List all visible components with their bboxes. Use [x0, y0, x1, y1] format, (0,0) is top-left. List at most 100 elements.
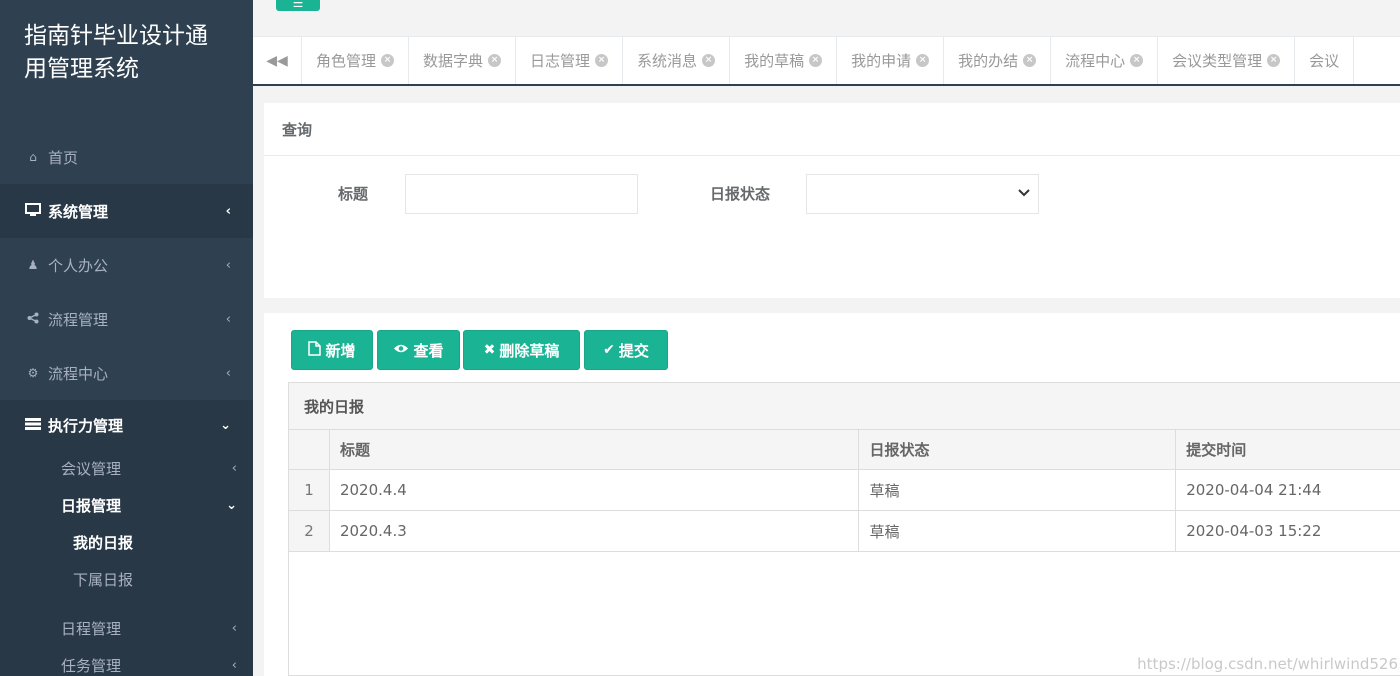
chevron-down-icon: ⌄: [226, 498, 237, 513]
tab-messages[interactable]: 系统消息 ×: [623, 37, 731, 84]
close-icon[interactable]: ×: [595, 54, 609, 67]
table-row[interactable]: 1 2020.4.4 草稿 2020-04-04 21:44: [289, 470, 1400, 511]
chevron-left-icon: ‹: [225, 203, 231, 219]
hamburger-icon: ☰: [292, 0, 304, 10]
sidebar-item-label: 任务管理: [61, 657, 122, 675]
close-icon[interactable]: ×: [1023, 54, 1037, 67]
list-icon: [24, 417, 42, 433]
sidebar-item-label: 首页: [48, 148, 79, 167]
tab-meeting[interactable]: 会议: [1295, 37, 1355, 84]
sidebar-item-execution[interactable]: 执行力管理 ⌄: [0, 400, 253, 450]
chevron-down-icon: ⌄: [220, 417, 231, 433]
cell-time: 2020-04-03 15:22: [1186, 522, 1322, 540]
grid-title: 我的日报: [289, 383, 1400, 430]
sidebar-item-system[interactable]: 系统管理 ‹: [0, 184, 253, 238]
close-icon[interactable]: ×: [1130, 54, 1144, 67]
tab-log[interactable]: 日志管理 ×: [516, 37, 624, 84]
sidebar-item-my-daily[interactable]: 我的日报: [0, 524, 253, 561]
sidebar: 指南针毕业设计通用管理系统 ⌂ 首页 系统管理 ‹ ♟ 个人办公 ‹ 流程管理 …: [0, 0, 253, 676]
tab-bar: ◀◀ 角色管理 × 数据字典 × 日志管理 × 系统消息 × 我的草稿 × 我的申请 × 我…: [253, 37, 1400, 86]
chevron-down-icon: [1018, 186, 1030, 200]
tab-drafts[interactable]: 我的草稿 ×: [730, 37, 838, 84]
sidebar-item-meeting[interactable]: 会议管理 ‹: [0, 450, 253, 487]
tab-label: 角色管理: [316, 52, 377, 70]
row-number: 2: [289, 511, 330, 551]
close-icon[interactable]: ×: [381, 54, 395, 67]
view-button[interactable]: 查看: [377, 330, 460, 370]
sidebar-item-label: 会议管理: [61, 460, 122, 478]
button-label: 提交: [618, 341, 649, 360]
sidebar-item-daily[interactable]: 日报管理 ⌄: [0, 487, 253, 524]
sidebar-item-sub-daily[interactable]: 下属日报: [0, 561, 253, 598]
tab-label: 流程中心: [1065, 52, 1126, 70]
result-panel: 新增 查看 ✖ 删除草稿 ✔ 提交 我的日报 标题 日报状态 提交时间 1 20…: [264, 313, 1400, 676]
home-icon: ⌂: [29, 150, 37, 164]
column-header-status[interactable]: 日报状态: [859, 430, 1177, 469]
tab-label: 数据字典: [423, 52, 484, 70]
sidebar-item-label: 流程中心: [48, 364, 109, 383]
tab-dictionary[interactable]: 数据字典 ×: [409, 37, 517, 84]
table-row[interactable]: 2 2020.4.3 草稿 2020-04-03 15:22: [289, 511, 1400, 552]
chevron-left-icon: ‹: [225, 365, 231, 381]
sidebar-item-label: 日报管理: [61, 497, 122, 515]
top-bar: ☰: [253, 0, 1400, 37]
submit-button[interactable]: ✔ 提交: [584, 330, 668, 370]
tab-label: 会议类型管理: [1172, 52, 1263, 70]
tab-meeting-type[interactable]: 会议类型管理 ×: [1158, 37, 1296, 84]
title-search-input[interactable]: [405, 174, 638, 214]
sidebar-item-label: 流程管理: [48, 310, 109, 329]
button-label: 查看: [413, 341, 444, 360]
tab-scroll-left-button[interactable]: ◀◀: [253, 37, 302, 84]
tab-label: 系统消息: [637, 52, 698, 70]
column-header-title[interactable]: 标题: [330, 430, 860, 469]
tab-label: 我的草稿: [744, 52, 805, 70]
share-icon: [24, 312, 42, 327]
grid-header-row: 标题 日报状态 提交时间: [289, 430, 1400, 470]
close-icon[interactable]: ×: [702, 54, 716, 67]
status-label: 日报状态: [710, 185, 771, 203]
close-icon[interactable]: ×: [488, 54, 502, 67]
sidebar-item-home[interactable]: ⌂ 首页: [0, 130, 253, 184]
sidebar-item-schedule[interactable]: 日程管理 ‹: [0, 610, 253, 647]
chevron-left-icon: ‹: [231, 461, 237, 476]
button-label: 新增: [325, 341, 356, 360]
button-label: 删除草稿: [499, 341, 560, 360]
close-icon: ✖: [483, 342, 496, 358]
sidebar-item-label: 日程管理: [61, 620, 122, 638]
tab-label: 日志管理: [530, 52, 591, 70]
chevron-left-icon: ‹: [231, 658, 237, 673]
cell-status: 草稿: [859, 511, 1177, 551]
sidebar-item-process[interactable]: 流程管理 ‹: [0, 292, 253, 346]
tab-completed[interactable]: 我的办结 ×: [944, 37, 1052, 84]
close-icon[interactable]: ×: [916, 54, 930, 67]
user-icon: ♟: [27, 258, 39, 272]
eye-icon: [393, 342, 409, 358]
close-icon[interactable]: ×: [809, 54, 823, 67]
delete-draft-button[interactable]: ✖ 删除草稿: [463, 330, 580, 370]
daily-report-grid: 我的日报 标题 日报状态 提交时间 1 2020.4.4 草稿 2020-04-…: [288, 382, 1400, 676]
desktop-icon: [24, 203, 42, 219]
menu-toggle-button[interactable]: ☰: [276, 0, 320, 11]
sidebar-item-process-center[interactable]: ⚙ 流程中心 ‹: [0, 346, 253, 400]
sidebar-item-task[interactable]: 任务管理 ‹: [0, 647, 253, 676]
tab-label: 我的办结: [958, 52, 1019, 70]
tab-applications[interactable]: 我的申请 ×: [837, 37, 945, 84]
file-icon: [308, 340, 322, 360]
status-select[interactable]: [806, 174, 1039, 214]
chevron-left-icon: ‹: [231, 621, 237, 636]
sidebar-item-personal[interactable]: ♟ 个人办公 ‹: [0, 238, 253, 292]
row-number: 1: [289, 470, 330, 510]
tab-label: 会议: [1309, 52, 1340, 70]
double-chevron-left-icon: ◀◀: [266, 52, 288, 69]
close-icon[interactable]: ×: [1267, 54, 1281, 67]
sidebar-item-label: 系统管理: [48, 202, 109, 221]
column-header-time[interactable]: 提交时间: [1176, 430, 1400, 469]
tab-process-center[interactable]: 流程中心 ×: [1051, 37, 1159, 84]
submenu-execution: 会议管理 ‹ 日报管理 ⌄ 我的日报 下属日报 日程管理 ‹ 任务管理 ‹: [0, 450, 253, 676]
sidebar-item-label: 执行力管理: [48, 416, 124, 435]
tab-role[interactable]: 角色管理 ×: [302, 37, 410, 84]
add-button[interactable]: 新增: [291, 330, 373, 370]
chevron-left-icon: ‹: [225, 257, 231, 273]
sidebar-item-label: 个人办公: [48, 256, 109, 275]
cell-status: 草稿: [859, 470, 1177, 510]
